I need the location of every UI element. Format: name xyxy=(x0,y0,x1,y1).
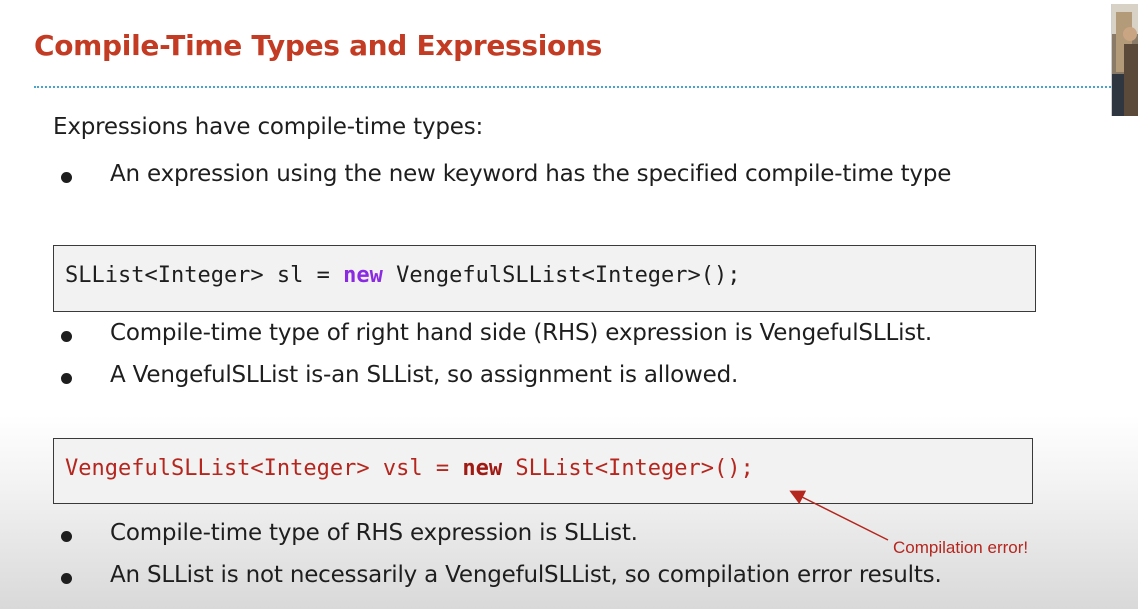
code-prefix: SLList<Integer> sl = xyxy=(65,263,344,288)
bullet-error-2: An SLList is not necessarily a VengefulS… xyxy=(110,562,942,588)
intro-text: Expressions have compile-time types: xyxy=(53,114,484,140)
new-keyword: new xyxy=(343,263,383,288)
bullet-point xyxy=(61,531,72,542)
bullet-point xyxy=(61,373,72,384)
bullet-main: An expression using the new keyword has … xyxy=(110,161,952,187)
slide: Compile-Time Types and Expressions Expre… xyxy=(0,0,1138,609)
bullet-error-1: Compile-time type of RHS expression is S… xyxy=(110,520,638,546)
compilation-error-label: Compilation error! xyxy=(893,538,1029,557)
bullet-point xyxy=(61,172,72,183)
bullet-valid-1: Compile-time type of right hand side (RH… xyxy=(110,320,932,346)
title-divider xyxy=(34,86,1134,88)
slide-title: Compile-Time Types and Expressions xyxy=(34,29,602,62)
presenter-webcam-thumbnail xyxy=(1111,4,1138,116)
code-prefix: VengefulSLList<Integer> vsl = xyxy=(65,456,463,481)
bullet-point xyxy=(61,331,72,342)
new-keyword: new xyxy=(462,456,503,481)
webcam-image xyxy=(1112,4,1138,116)
bullet-point xyxy=(61,573,72,584)
code-suffix: VengefulSLList<Integer>(); xyxy=(382,263,741,288)
code-suffix: SLList<Integer>(); xyxy=(502,456,754,481)
bullet-valid-2: A VengefulSLList is-an SLList, so assign… xyxy=(110,362,739,388)
code-line-error: VengefulSLList<Integer> vsl = new SLList… xyxy=(65,456,754,481)
code-line-valid: SLList<Integer> sl = new VengefulSLList<… xyxy=(65,263,741,288)
